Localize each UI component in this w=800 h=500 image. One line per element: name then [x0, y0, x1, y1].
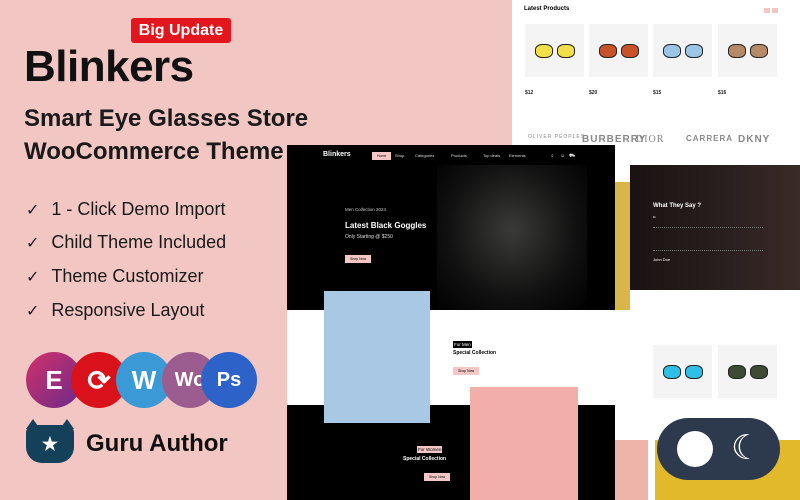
feature-item: ✓ 1 - Click Demo Import: [26, 199, 225, 220]
subtitle-line-1: Smart Eye Glasses Store: [24, 105, 309, 132]
product-price: $16: [718, 90, 727, 96]
product-price: $20: [589, 90, 598, 96]
testimonial-text: [653, 227, 763, 251]
cart-icon[interactable]: ⛟: [569, 153, 575, 160]
nav-products[interactable]: Products: [451, 153, 467, 158]
feature-item: ✓ Theme Customizer: [26, 266, 203, 287]
women-tag: For Women: [417, 446, 443, 453]
product-title: Blinkers: [24, 42, 194, 91]
product-card[interactable]: [525, 24, 584, 77]
hero-title: Latest Black Goggles: [345, 221, 427, 230]
hero-price: Only Starting @ $250: [345, 234, 393, 240]
product-card[interactable]: [718, 345, 777, 398]
check-icon: ✓: [26, 302, 40, 320]
next-arrow-button[interactable]: [772, 8, 778, 13]
men-title: Special Collection: [453, 350, 497, 356]
big-update-badge: Big Update: [131, 18, 231, 43]
check-icon: ✓: [26, 201, 40, 219]
moon-icon: ☾: [731, 429, 762, 467]
women-promo-card: [612, 440, 648, 500]
product-card[interactable]: [589, 24, 648, 77]
feature-item: ✓ Responsive Layout: [26, 300, 205, 321]
product-card[interactable]: [718, 24, 777, 77]
nav-top-deals[interactable]: Top deals: [483, 153, 500, 158]
feature-label: Responsive Layout: [51, 300, 205, 320]
men-model-image: [324, 291, 430, 423]
dark-mode-toggle[interactable]: ☾: [657, 418, 780, 480]
nav-categories[interactable]: Categories: [415, 153, 434, 158]
cat-star-icon: ★: [26, 419, 74, 463]
nav-home[interactable]: Home: [372, 152, 392, 160]
feature-item: ✓ Child Theme Included: [26, 232, 226, 253]
testimonial-author: John Doe: [653, 257, 671, 262]
feature-label: 1 - Click Demo Import: [51, 199, 226, 219]
nav-shop[interactable]: Shop: [395, 153, 404, 158]
site-logo: Blinkers: [323, 151, 351, 158]
product-card[interactable]: [653, 345, 712, 398]
nav-elements[interactable]: Elements: [509, 153, 526, 158]
author-badge: ★ Guru Author: [26, 419, 228, 463]
toggle-knob: [677, 431, 713, 467]
women-model-image: [470, 387, 578, 500]
testimonial-title: What They Say ?: [653, 203, 702, 209]
user-icon[interactable]: ☺: [560, 153, 565, 159]
prev-arrow-button[interactable]: [764, 8, 770, 13]
shop-now-button[interactable]: Shop Now: [453, 367, 480, 375]
product-price: $15: [653, 90, 662, 96]
search-icon[interactable]: ⌕: [551, 153, 554, 159]
homepage-preview: Blinkers Home Shop Categories Products T…: [287, 145, 615, 500]
subtitle-line-2: WooCommerce Theme: [24, 138, 284, 165]
men-tag: For Men: [453, 341, 472, 348]
testimonial-section: What They Say ? “ John Doe: [630, 165, 800, 290]
photoshop-icon: Ps: [201, 352, 257, 408]
brand-logo: DKNY: [738, 134, 771, 145]
shop-now-button[interactable]: Shop Now: [424, 473, 451, 481]
shop-now-button[interactable]: Shop Now: [345, 255, 372, 263]
women-title: Special Collection: [403, 456, 447, 462]
quote-icon: “: [653, 215, 656, 224]
feature-label: Theme Customizer: [51, 266, 204, 286]
section-title: Latest Products: [524, 6, 570, 12]
hero-model-image: [437, 165, 587, 310]
hero-kicker: Men Collection 2024: [345, 207, 387, 212]
brand-logo: OLIVER PEOPLES: [528, 134, 586, 140]
product-card[interactable]: [653, 24, 712, 77]
check-icon: ✓: [26, 234, 40, 252]
brand-logo: DIOR: [636, 134, 665, 145]
product-price: $12: [525, 90, 534, 96]
author-label: Guru Author: [86, 430, 228, 457]
feature-label: Child Theme Included: [51, 232, 227, 252]
check-icon: ✓: [26, 268, 40, 286]
brand-logo: CARRERA: [686, 134, 733, 143]
